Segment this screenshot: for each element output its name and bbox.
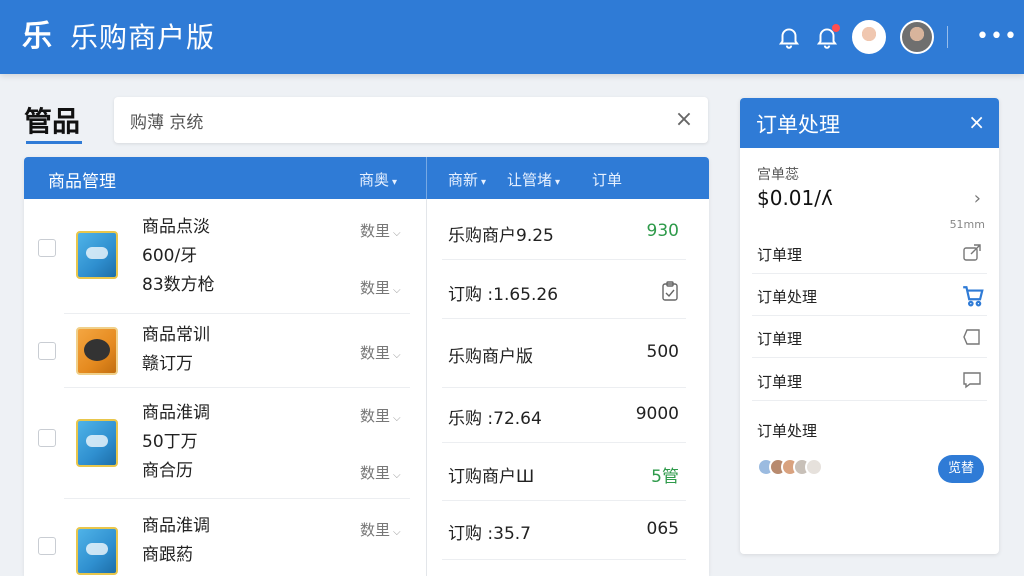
action-button[interactable]: 览替 [938, 455, 984, 483]
top-bar: 乐 乐购商户版 ••• [0, 0, 1024, 74]
chevron-down-icon: ⌵ [393, 285, 401, 296]
avatar[interactable] [852, 20, 886, 54]
cart-icon [961, 284, 984, 307]
user-avatar[interactable] [900, 20, 934, 54]
order-menu-label: 订单理 [757, 246, 803, 264]
column-orders[interactable]: 订单 [592, 169, 622, 190]
clipboard-icon[interactable] [661, 281, 679, 301]
share-icon [961, 242, 983, 264]
row-tag[interactable]: 数里 ⌵ [360, 462, 401, 483]
column-sort-3[interactable]: 让管堵 ▾ [507, 169, 560, 190]
order-text: 乐购商户9.25 [448, 226, 554, 246]
row-divider [442, 559, 686, 560]
order-menu-item[interactable]: 订单理 [740, 232, 999, 274]
chevron-down-icon: ⌵ [393, 470, 401, 481]
column-sort-1[interactable]: 商奥 ▾ [359, 169, 397, 190]
title-underline [26, 141, 82, 144]
order-menu-item[interactable]: 订单理 [740, 359, 999, 401]
app-title: 乐购商户版 [70, 21, 216, 54]
search-bar[interactable]: × [114, 97, 708, 143]
chevron-down-icon: ▾ [392, 177, 398, 188]
order-value: 5管 [651, 467, 679, 487]
app-logo[interactable]: 乐 [22, 20, 56, 54]
order-text: 乐购 :72.64 [448, 409, 542, 429]
order-menu-item[interactable]: 订单处理 [740, 274, 999, 316]
chevron-down-icon: ⌵ [393, 413, 401, 424]
column-sort-2[interactable]: 商新 ▾ [448, 169, 486, 190]
order-value: 500 [646, 342, 679, 362]
order-footer-label: 订单处理 [757, 422, 818, 440]
product-name: 商品常训 赣订万 [142, 325, 210, 374]
chevron-down-icon: ⌵ [393, 350, 401, 361]
product-name: 商品淮调 50丁万 商合历 [142, 403, 210, 481]
search-input[interactable] [130, 108, 650, 132]
order-value: 9000 [635, 404, 679, 424]
row-checkbox[interactable] [38, 429, 56, 447]
column-divider [426, 199, 427, 576]
divider [752, 400, 987, 401]
order-value: 930 [646, 221, 679, 241]
row-tag[interactable]: 数里 ⌵ [360, 277, 401, 298]
summary-price: $0.01/ʎ [757, 186, 833, 210]
row-divider [442, 318, 686, 319]
order-text: 订购 :1.65.26 [448, 285, 559, 305]
chevron-down-icon: ▾ [555, 177, 561, 188]
order-text: 订购 :35.7 [448, 524, 531, 544]
order-panel-header: 订单处理 × [740, 98, 999, 148]
row-tag[interactable]: 数里 ⌵ [360, 220, 401, 241]
product-table: 商品管理 商奥 ▾ 商新 ▾ 让管堵 ▾ 订单 商品点淡 600/牙 83数方枪 数里… [24, 157, 709, 576]
chevron-down-icon: ⌵ [393, 228, 401, 239]
row-divider [442, 387, 686, 388]
close-icon[interactable]: × [968, 110, 985, 134]
row-checkbox[interactable] [38, 239, 56, 257]
row-divider [442, 442, 686, 443]
order-value: 065 [646, 519, 679, 539]
product-name: 商品点淡 600/牙 83数方枪 [142, 217, 215, 295]
chevron-down-icon: ▾ [481, 177, 487, 188]
row-tag[interactable]: 数里 ⌵ [360, 405, 401, 426]
row-tag[interactable]: 数里 ⌵ [360, 519, 401, 540]
bell-alert-icon[interactable] [814, 24, 840, 50]
product-image [76, 527, 118, 575]
row-divider [64, 498, 410, 499]
order-panel-title: 订单处理 [756, 113, 840, 137]
row-checkbox[interactable] [38, 537, 56, 555]
summary-unit: 51mm [949, 218, 985, 231]
bell-icon[interactable] [776, 24, 802, 50]
avatar [805, 458, 823, 476]
product-image [76, 327, 118, 375]
notification-dot [832, 24, 840, 32]
divider [947, 26, 948, 48]
product-name: 商品淮调 商跟葯 [142, 516, 210, 565]
summary-label: 宫单蕊 [757, 167, 799, 183]
product-image [76, 231, 118, 279]
row-divider [442, 500, 686, 501]
order-menu-item[interactable]: 订单理 [740, 316, 999, 358]
row-divider [64, 387, 410, 388]
row-divider [64, 313, 410, 314]
chevron-down-icon: ⌵ [393, 527, 401, 538]
order-menu-label: 订单理 [757, 330, 803, 348]
more-icon[interactable]: ••• [976, 24, 1018, 50]
header-divider [426, 157, 427, 199]
table-header: 商品管理 商奥 ▾ 商新 ▾ 让管堵 ▾ 订单 [24, 157, 709, 199]
product-image [76, 419, 118, 467]
row-checkbox[interactable] [38, 342, 56, 360]
row-tag[interactable]: 数里 ⌵ [360, 342, 401, 363]
order-text: 订购商户Ш [448, 467, 535, 487]
order-menu-label: 订单处理 [757, 288, 818, 306]
chat-icon [961, 369, 983, 391]
tag-icon [961, 326, 983, 348]
order-text: 乐购商户版 [448, 347, 533, 367]
order-panel: 订单处理 × 宫单蕊 $0.01/ʎ › 51mm 订单理 订单处理 订单理 订… [740, 98, 999, 554]
chevron-right-icon[interactable]: › [974, 188, 981, 209]
close-icon[interactable]: × [672, 108, 696, 132]
order-menu-label: 订单理 [757, 373, 803, 391]
row-divider [442, 259, 686, 260]
page-title: 管品 [24, 105, 81, 138]
divider [752, 357, 987, 358]
table-title: 商品管理 [48, 172, 116, 192]
